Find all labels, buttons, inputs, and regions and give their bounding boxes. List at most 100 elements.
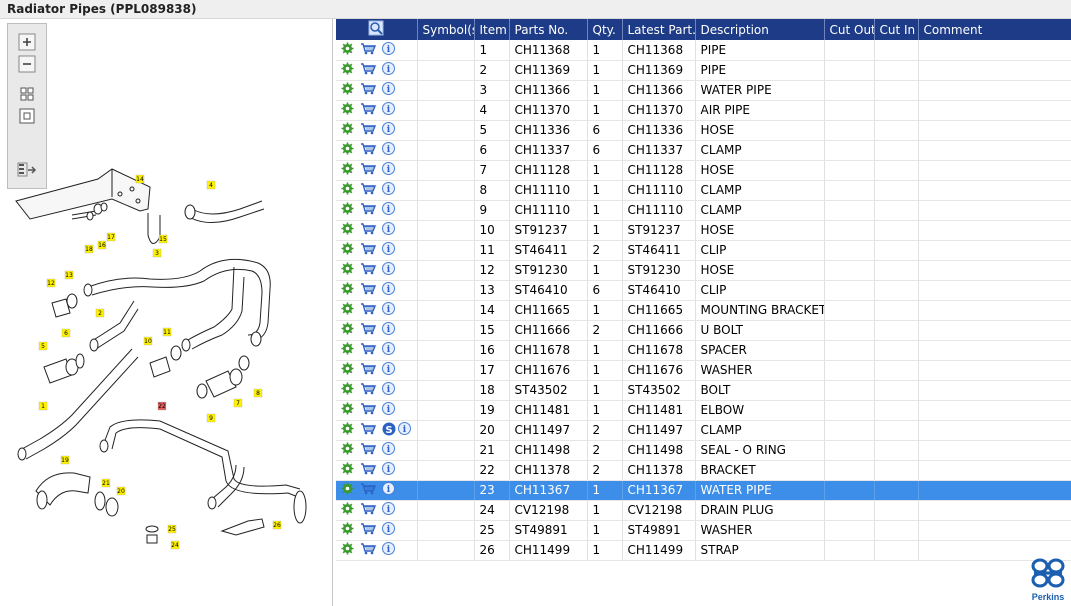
table-row[interactable]: i 3 CH11366 1 CH11366 WATER PIPE (336, 80, 1071, 101)
info-icon[interactable]: i (381, 402, 395, 418)
callout-label[interactable]: 26 (273, 522, 281, 529)
callout-label[interactable]: 18 (85, 246, 93, 253)
table-row[interactable]: i 1 CH11368 1 CH11368 PIPE (336, 40, 1071, 61)
cart-icon[interactable] (360, 302, 376, 318)
table-row[interactable]: i 18 ST43502 1 ST43502 BOLT (336, 380, 1071, 401)
callout-label[interactable]: 11 (163, 329, 171, 336)
column-header-cut-out[interactable]: Cut Out (824, 19, 875, 40)
cart-icon[interactable] (360, 542, 376, 558)
gear-icon[interactable] (341, 542, 354, 558)
callout-label[interactable]: 6 (64, 330, 68, 337)
column-header-description[interactable]: Description (695, 19, 825, 40)
table-row[interactable]: i 23 CH11367 1 CH11367 WATER PIPE (336, 480, 1071, 501)
cart-icon[interactable] (360, 442, 376, 458)
gear-icon[interactable] (341, 82, 354, 98)
cart-icon[interactable] (360, 322, 376, 338)
callout-label[interactable]: 19 (61, 457, 69, 464)
column-header-cut-in[interactable]: Cut In (874, 19, 919, 40)
table-row[interactable]: i 15 CH11666 2 CH11666 U BOLT (336, 320, 1071, 341)
info-icon[interactable]: i (381, 82, 395, 98)
cart-icon[interactable] (360, 482, 376, 498)
gear-icon[interactable] (341, 302, 354, 318)
table-row[interactable]: i 12 ST91230 1 ST91230 HOSE (336, 260, 1071, 281)
callout-label[interactable]: 13 (65, 272, 73, 279)
info-icon[interactable]: i (381, 522, 395, 538)
gear-icon[interactable] (341, 322, 354, 338)
info-icon[interactable]: i (381, 302, 395, 318)
gear-icon[interactable] (341, 122, 354, 138)
cart-icon[interactable] (360, 222, 376, 238)
table-row[interactable]: i 9 CH11110 1 CH11110 CLAMP (336, 200, 1071, 221)
gear-icon[interactable] (341, 282, 354, 298)
info-icon[interactable]: i (381, 282, 395, 298)
table-row[interactable]: i 22 CH11378 2 CH11378 BRACKET (336, 460, 1071, 481)
cart-icon[interactable] (360, 362, 376, 378)
table-row[interactable]: i 5 CH11336 6 CH11336 HOSE (336, 120, 1071, 141)
cart-icon[interactable] (360, 262, 376, 278)
gear-icon[interactable] (341, 402, 354, 418)
column-header-latest-part[interactable]: Latest Part... (622, 19, 696, 40)
info-icon[interactable]: i (381, 142, 395, 158)
info-icon[interactable]: i (381, 262, 395, 278)
callout-label[interactable]: 9 (209, 415, 213, 422)
cart-icon[interactable] (360, 242, 376, 258)
cart-icon[interactable] (360, 282, 376, 298)
cart-icon[interactable] (360, 82, 376, 98)
gear-icon[interactable] (341, 382, 354, 398)
column-header-tools[interactable] (336, 19, 418, 40)
cart-icon[interactable] (360, 462, 376, 478)
info-icon[interactable]: i (381, 202, 395, 218)
callout-label[interactable]: 24 (171, 542, 179, 549)
gear-icon[interactable] (341, 462, 354, 478)
gear-icon[interactable] (341, 102, 354, 118)
table-row[interactable]: i 14 CH11665 1 CH11665 MOUNTING BRACKET (336, 300, 1071, 321)
callout-label[interactable]: 22 (158, 403, 166, 410)
cart-icon[interactable] (360, 422, 376, 438)
info-icon[interactable]: i (381, 342, 395, 358)
table-row[interactable]: i 11 ST46411 2 ST46411 CLIP (336, 240, 1071, 261)
callout-label[interactable]: 4 (209, 182, 213, 189)
info-icon[interactable]: i (381, 502, 395, 518)
table-row[interactable]: i 13 ST46410 6 ST46410 CLIP (336, 280, 1071, 301)
callout-label[interactable]: 14 (136, 176, 144, 183)
info-icon[interactable]: i (381, 382, 395, 398)
zoom-in-icon[interactable] (16, 32, 38, 52)
table-row[interactable]: i 2 CH11369 1 CH11369 PIPE (336, 60, 1071, 81)
gear-icon[interactable] (341, 362, 354, 378)
callout-label[interactable]: 15 (159, 236, 167, 243)
callout-label[interactable]: 20 (117, 488, 125, 495)
info-icon[interactable]: i (381, 122, 395, 138)
callout-label[interactable]: 1 (41, 403, 45, 410)
table-row[interactable]: S i 20 CH11497 2 CH11497 CLAMP (336, 420, 1071, 441)
table-row[interactable]: i 26 CH11499 1 CH11499 STRAP (336, 540, 1071, 561)
info-icon[interactable]: i (381, 442, 395, 458)
cart-icon[interactable] (360, 42, 376, 58)
gear-icon[interactable] (341, 442, 354, 458)
gear-icon[interactable] (341, 242, 354, 258)
gear-icon[interactable] (341, 502, 354, 518)
column-header-item[interactable]: Item (474, 19, 510, 40)
cart-icon[interactable] (360, 522, 376, 538)
callout-label[interactable]: 3 (155, 250, 159, 257)
table-row[interactable]: i 7 CH11128 1 CH11128 HOSE (336, 160, 1071, 181)
table-row[interactable]: i 17 CH11676 1 CH11676 WASHER (336, 360, 1071, 381)
table-row[interactable]: i 4 CH11370 1 CH11370 AIR PIPE (336, 100, 1071, 121)
column-header-qty[interactable]: Qty. (587, 19, 623, 40)
info-icon[interactable]: i (381, 62, 395, 78)
column-header-parts-no[interactable]: Parts No. (509, 19, 588, 40)
info-icon[interactable]: i (381, 362, 395, 378)
column-header-symbols[interactable]: Symbol(s) (417, 19, 475, 40)
gear-icon[interactable] (341, 522, 354, 538)
fit-page-icon[interactable] (16, 84, 38, 104)
gear-icon[interactable] (341, 142, 354, 158)
info-icon[interactable]: i (381, 542, 395, 558)
gear-icon[interactable] (341, 262, 354, 278)
callout-label[interactable]: 2 (98, 310, 102, 317)
gear-icon[interactable] (341, 422, 354, 438)
info-icon[interactable]: i (381, 41, 395, 58)
gear-icon[interactable] (341, 62, 354, 78)
gear-icon[interactable] (341, 182, 354, 198)
cart-icon[interactable] (360, 402, 376, 418)
callout-label[interactable]: 10 (144, 338, 152, 345)
cart-icon[interactable] (360, 142, 376, 158)
